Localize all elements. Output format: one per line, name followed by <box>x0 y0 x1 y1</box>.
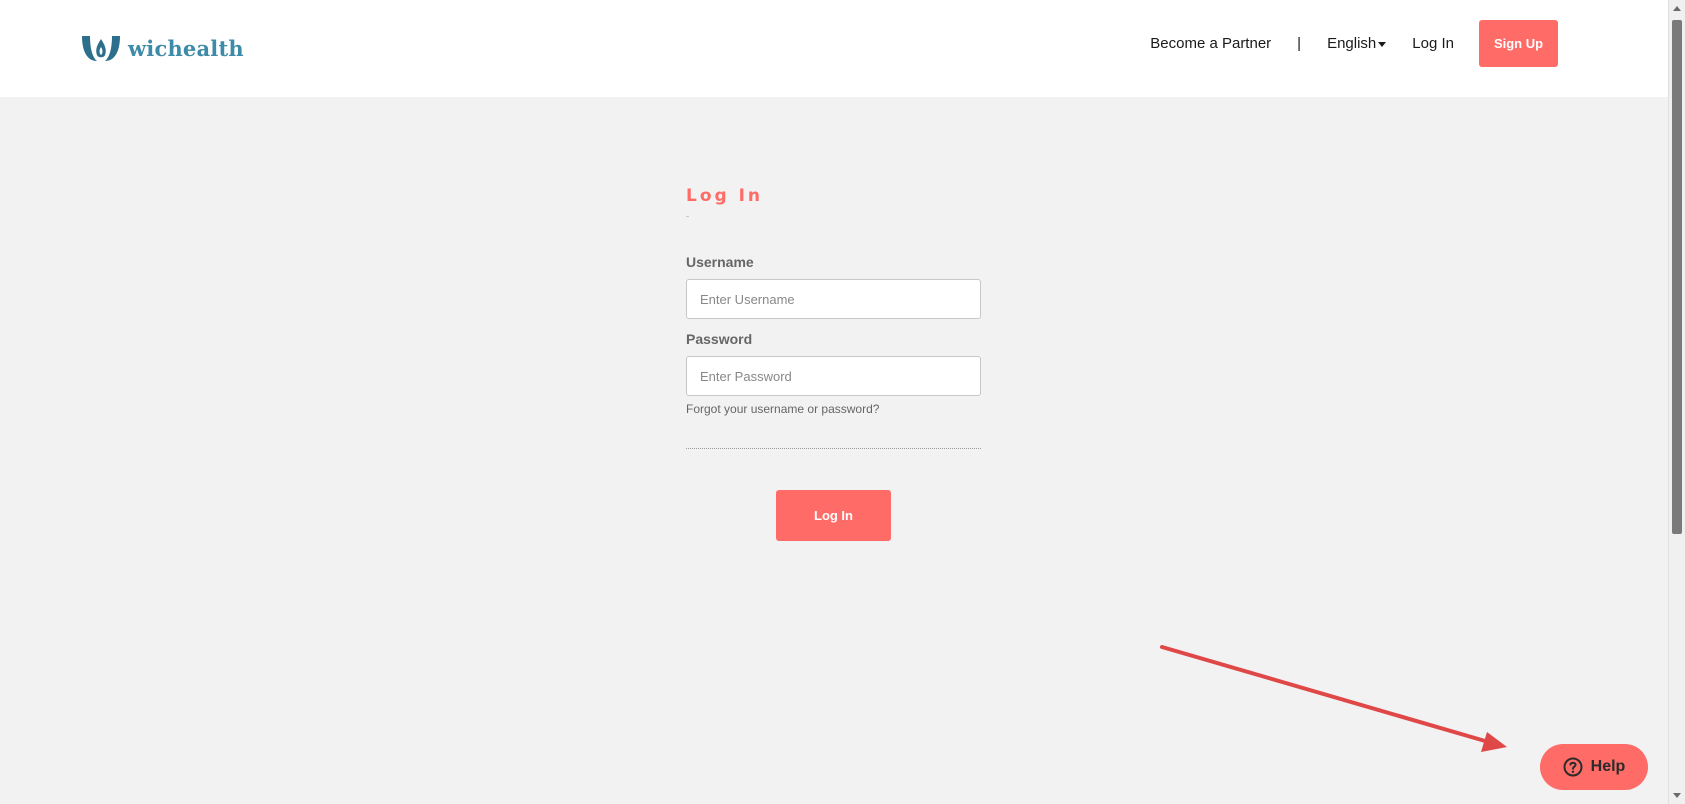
help-button[interactable]: Help <box>1540 744 1648 790</box>
username-label: Username <box>686 254 754 270</box>
caret-down-icon <box>1378 42 1387 47</box>
nav-separator: | <box>1297 35 1302 52</box>
nav-login-link[interactable]: Log In <box>1412 35 1454 52</box>
page: wichealth Become a Partner | English Log… <box>0 0 1685 804</box>
scroll-thumb[interactable] <box>1672 20 1682 534</box>
help-label: Help <box>1590 758 1626 775</box>
wichealth-logo-icon <box>82 36 120 61</box>
site-header: wichealth Become a Partner | English Log… <box>0 0 1668 97</box>
username-input[interactable] <box>686 279 981 319</box>
vertical-scrollbar[interactable] <box>1668 0 1685 804</box>
brand-name: wichealth <box>128 35 244 61</box>
password-label: Password <box>686 331 753 347</box>
scroll-up-icon[interactable] <box>1673 6 1681 11</box>
password-input[interactable] <box>686 356 981 396</box>
top-nav: Become a Partner | English Log In Sign U… <box>1150 20 1558 67</box>
become-partner-link[interactable]: Become a Partner <box>1150 35 1271 52</box>
form-divider <box>686 448 981 449</box>
signup-button[interactable]: Sign Up <box>1479 20 1558 67</box>
question-circle-icon <box>1563 757 1583 777</box>
brand-logo[interactable]: wichealth <box>80 33 244 63</box>
page-title: Log In <box>686 186 764 206</box>
login-submit-button[interactable]: Log In <box>776 490 891 541</box>
language-label: English <box>1327 35 1377 52</box>
scroll-down-icon[interactable] <box>1673 793 1681 798</box>
login-form: Log In Username Password Forgot your use… <box>686 186 981 541</box>
forgot-credentials-link[interactable]: Forgot your username or password? <box>686 402 981 416</box>
language-dropdown[interactable]: English <box>1327 35 1387 52</box>
title-underline <box>686 216 689 217</box>
